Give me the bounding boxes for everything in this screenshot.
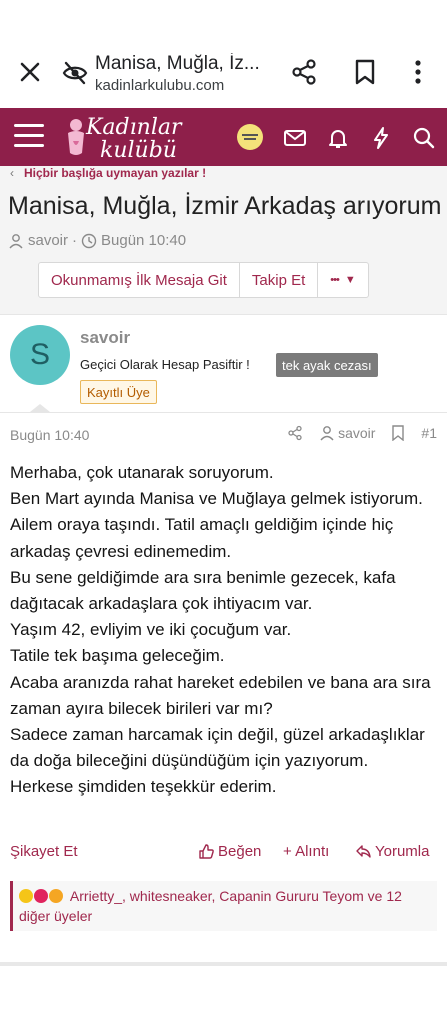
- clock-icon: [81, 233, 97, 248]
- caret-down-icon: ▼: [344, 274, 356, 286]
- post-user-block: S savoir Geçici Olarak Hesap Pasiftir ! …: [0, 314, 447, 410]
- post-paragraph: Merhaba, çok utanarak soruyorum.: [10, 463, 274, 482]
- post-paragraph: Yaşım 42, evliyim ve iki çocuğum var.: [10, 620, 292, 640]
- share-icon[interactable]: [287, 425, 303, 441]
- post-number[interactable]: #1: [421, 425, 437, 441]
- share-icon[interactable]: [290, 58, 318, 86]
- thread-author[interactable]: savoir: [28, 232, 68, 249]
- message-pointer: [30, 404, 50, 412]
- search-icon[interactable]: [411, 125, 437, 151]
- user-badge: tek ayak cezası: [276, 353, 378, 377]
- envelope-icon[interactable]: [282, 125, 308, 151]
- post: Bugün 10:40 savoir #1 Merhaba, çok utana…: [0, 412, 447, 962]
- report-button[interactable]: Şikayet Et: [10, 843, 78, 860]
- post-paragraph: Bu sene geldiğimde ara sıra benimle geze…: [10, 567, 396, 614]
- user-role-badge: Kayıtlı Üye: [80, 380, 157, 404]
- more-vert-icon[interactable]: [408, 58, 428, 86]
- bolt-icon[interactable]: [368, 125, 394, 151]
- hamburger-icon[interactable]: [14, 124, 44, 150]
- follow-button[interactable]: Takip Et: [240, 263, 319, 297]
- post-author-link[interactable]: savoir: [319, 425, 375, 441]
- post-paragraph: Herkese şimdiden teşekkür ederim.: [10, 777, 277, 797]
- thread-header: ‹ Hiçbir başlığa uymayan yazılar ! Manisa…: [0, 166, 447, 314]
- logo-figure-icon: [68, 119, 84, 155]
- post-meta-actions: savoir #1: [287, 425, 437, 441]
- avatar[interactable]: S: [10, 325, 70, 385]
- close-icon[interactable]: [16, 58, 44, 86]
- breadcrumb[interactable]: ‹ Hiçbir başlığa uymayan yazılar !: [10, 166, 206, 180]
- chevron-left-icon: ‹: [10, 166, 14, 180]
- thumbs-up-icon: [199, 844, 214, 859]
- like-label: Beğen: [218, 843, 262, 860]
- surprised-reaction-icon: [48, 889, 63, 903]
- reply-label: Yorumla: [375, 843, 430, 860]
- bell-icon[interactable]: [325, 125, 351, 151]
- post-time[interactable]: Bugün 10:40: [10, 427, 89, 443]
- post-paragraph: Tatile tek başıma geleceğim.: [10, 646, 225, 666]
- browser-page-title: Manisa, Muğla, İz...: [95, 53, 260, 74]
- post-author: savoir: [338, 425, 376, 441]
- logo-text-2: kulübü: [100, 138, 177, 163]
- laugh-reaction-icon: [19, 889, 33, 903]
- post-paragraph: Sadece zaman harcamak için değil, güzel …: [10, 725, 425, 771]
- bookmark-icon[interactable]: [353, 58, 377, 86]
- breadcrumb-label: Hiçbir başlığa uymayan yazılar !: [24, 166, 207, 180]
- reply-button[interactable]: Yorumla: [355, 843, 429, 860]
- thread-time[interactable]: Bugün 10:40: [101, 232, 186, 249]
- user-icon: [320, 426, 334, 441]
- reply-icon: [356, 845, 371, 858]
- bookmark-icon[interactable]: [391, 425, 405, 441]
- browser-url[interactable]: kadinlarkulubu.com: [95, 77, 224, 94]
- reactions-text: Arrietty_, whitesneaker, Capanin Gururu …: [19, 888, 402, 924]
- post-footer: Şikayet Et Beğen + Alıntı Yorumla: [0, 843, 447, 869]
- post-paragraph: Ben Mart ayında Manisa ve Muğlaya gelmek…: [10, 489, 423, 561]
- user-avatar-icon[interactable]: [236, 123, 264, 151]
- incognito-eye-icon: [62, 61, 88, 85]
- unread-button[interactable]: Okunmamış İlk Mesaja Git: [39, 263, 240, 297]
- page-title: Manisa, Muğla, İzmir Arkadaş arıyorum: [8, 192, 442, 220]
- logo-text-1: Kadınlar: [86, 115, 182, 140]
- like-button[interactable]: Beğen: [198, 843, 261, 860]
- user-name[interactable]: savoir: [80, 328, 130, 348]
- thread-button-bar: Okunmamış İlk Mesaja Git Takip Et ••• ▼: [38, 262, 369, 298]
- more-button[interactable]: ••• ▼: [318, 263, 367, 297]
- quote-button[interactable]: + Alıntı: [283, 843, 329, 860]
- user-icon: [9, 233, 23, 248]
- divider: [0, 962, 447, 966]
- thread-meta: savoir · Bugün 10:40: [8, 232, 186, 249]
- site-logo[interactable]: Kadınlar kulübü: [64, 113, 189, 163]
- browser-chrome: Manisa, Muğla, İz... kadinlarkulubu.com: [0, 0, 447, 108]
- angry-reaction-icon: [33, 889, 48, 903]
- more-dots: •••: [330, 274, 340, 286]
- reactions-bar[interactable]: Arrietty_, whitesneaker, Capanin Gururu …: [10, 881, 437, 931]
- meta-separator: ·: [72, 232, 78, 249]
- post-paragraph: Acaba aranızda rahat hareket edebilen ve…: [10, 672, 431, 718]
- site-header: Kadınlar kulübü: [0, 108, 447, 166]
- user-status: Geçici Olarak Hesap Pasiftir !: [80, 357, 250, 372]
- post-body: Merhaba, çok utanarak soruyorum. Ben Mar…: [10, 460, 440, 801]
